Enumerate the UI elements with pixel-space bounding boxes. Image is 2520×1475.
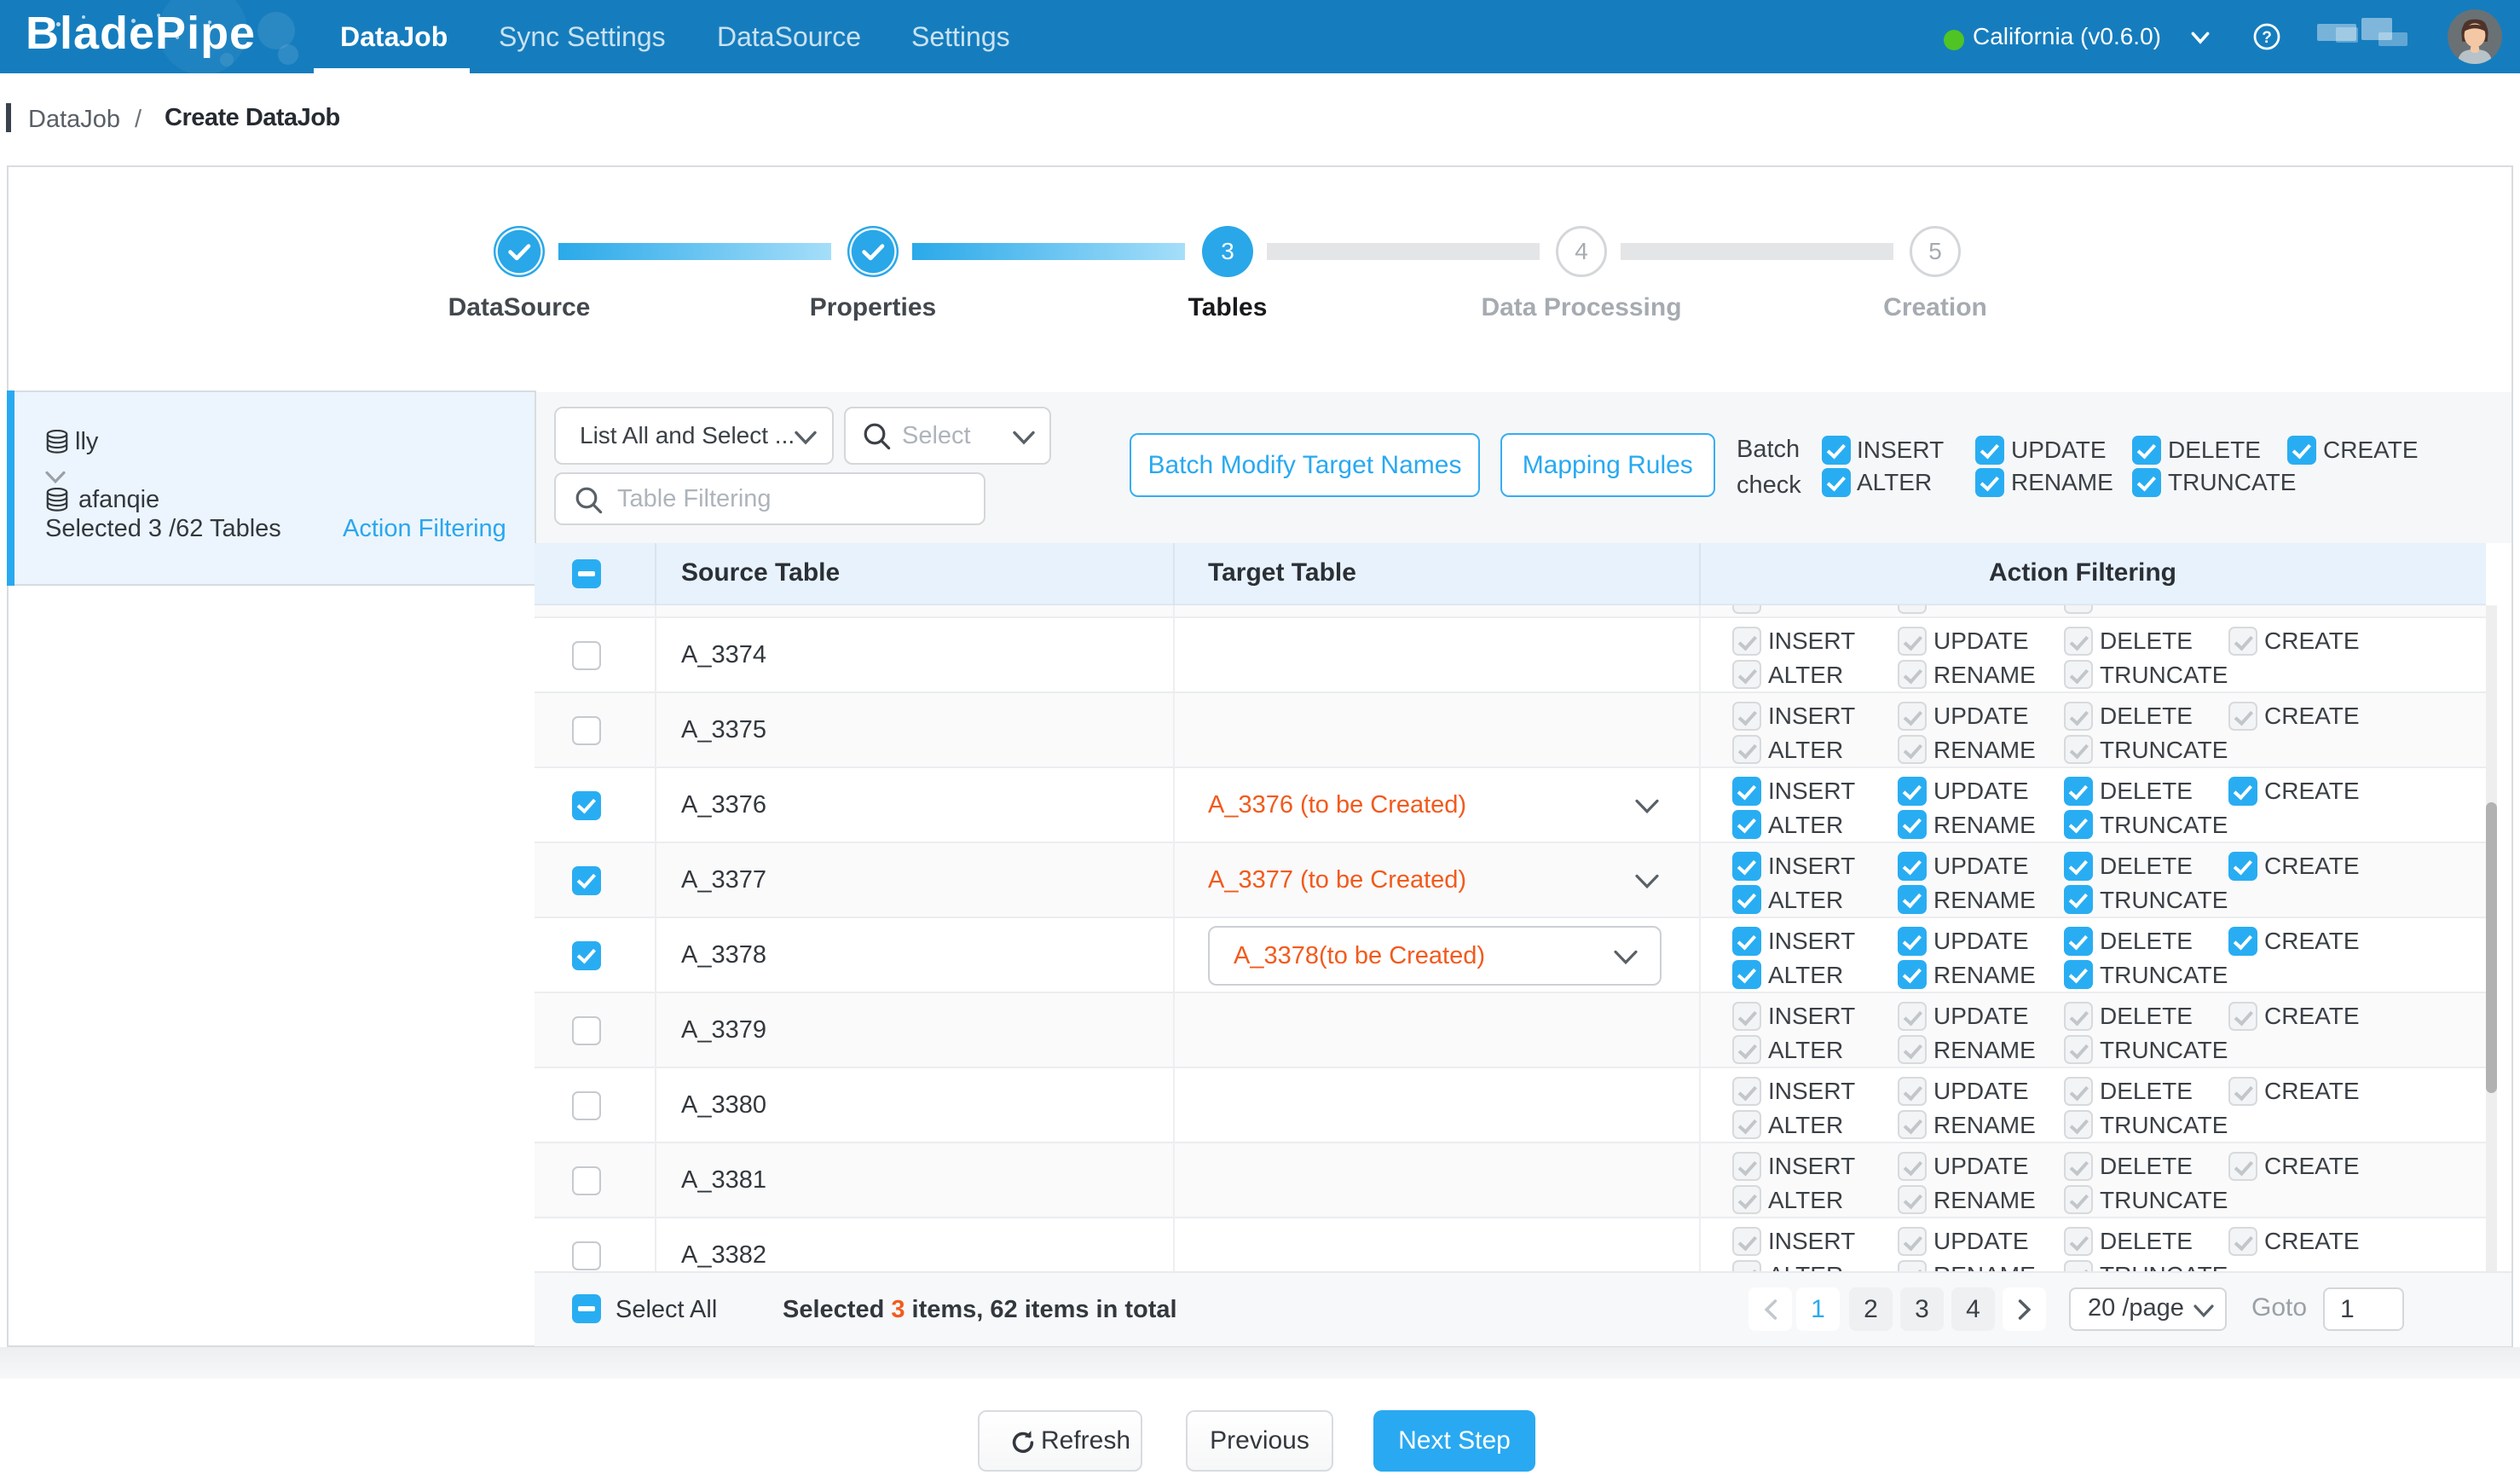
svg-text:?: ? xyxy=(2262,29,2272,47)
